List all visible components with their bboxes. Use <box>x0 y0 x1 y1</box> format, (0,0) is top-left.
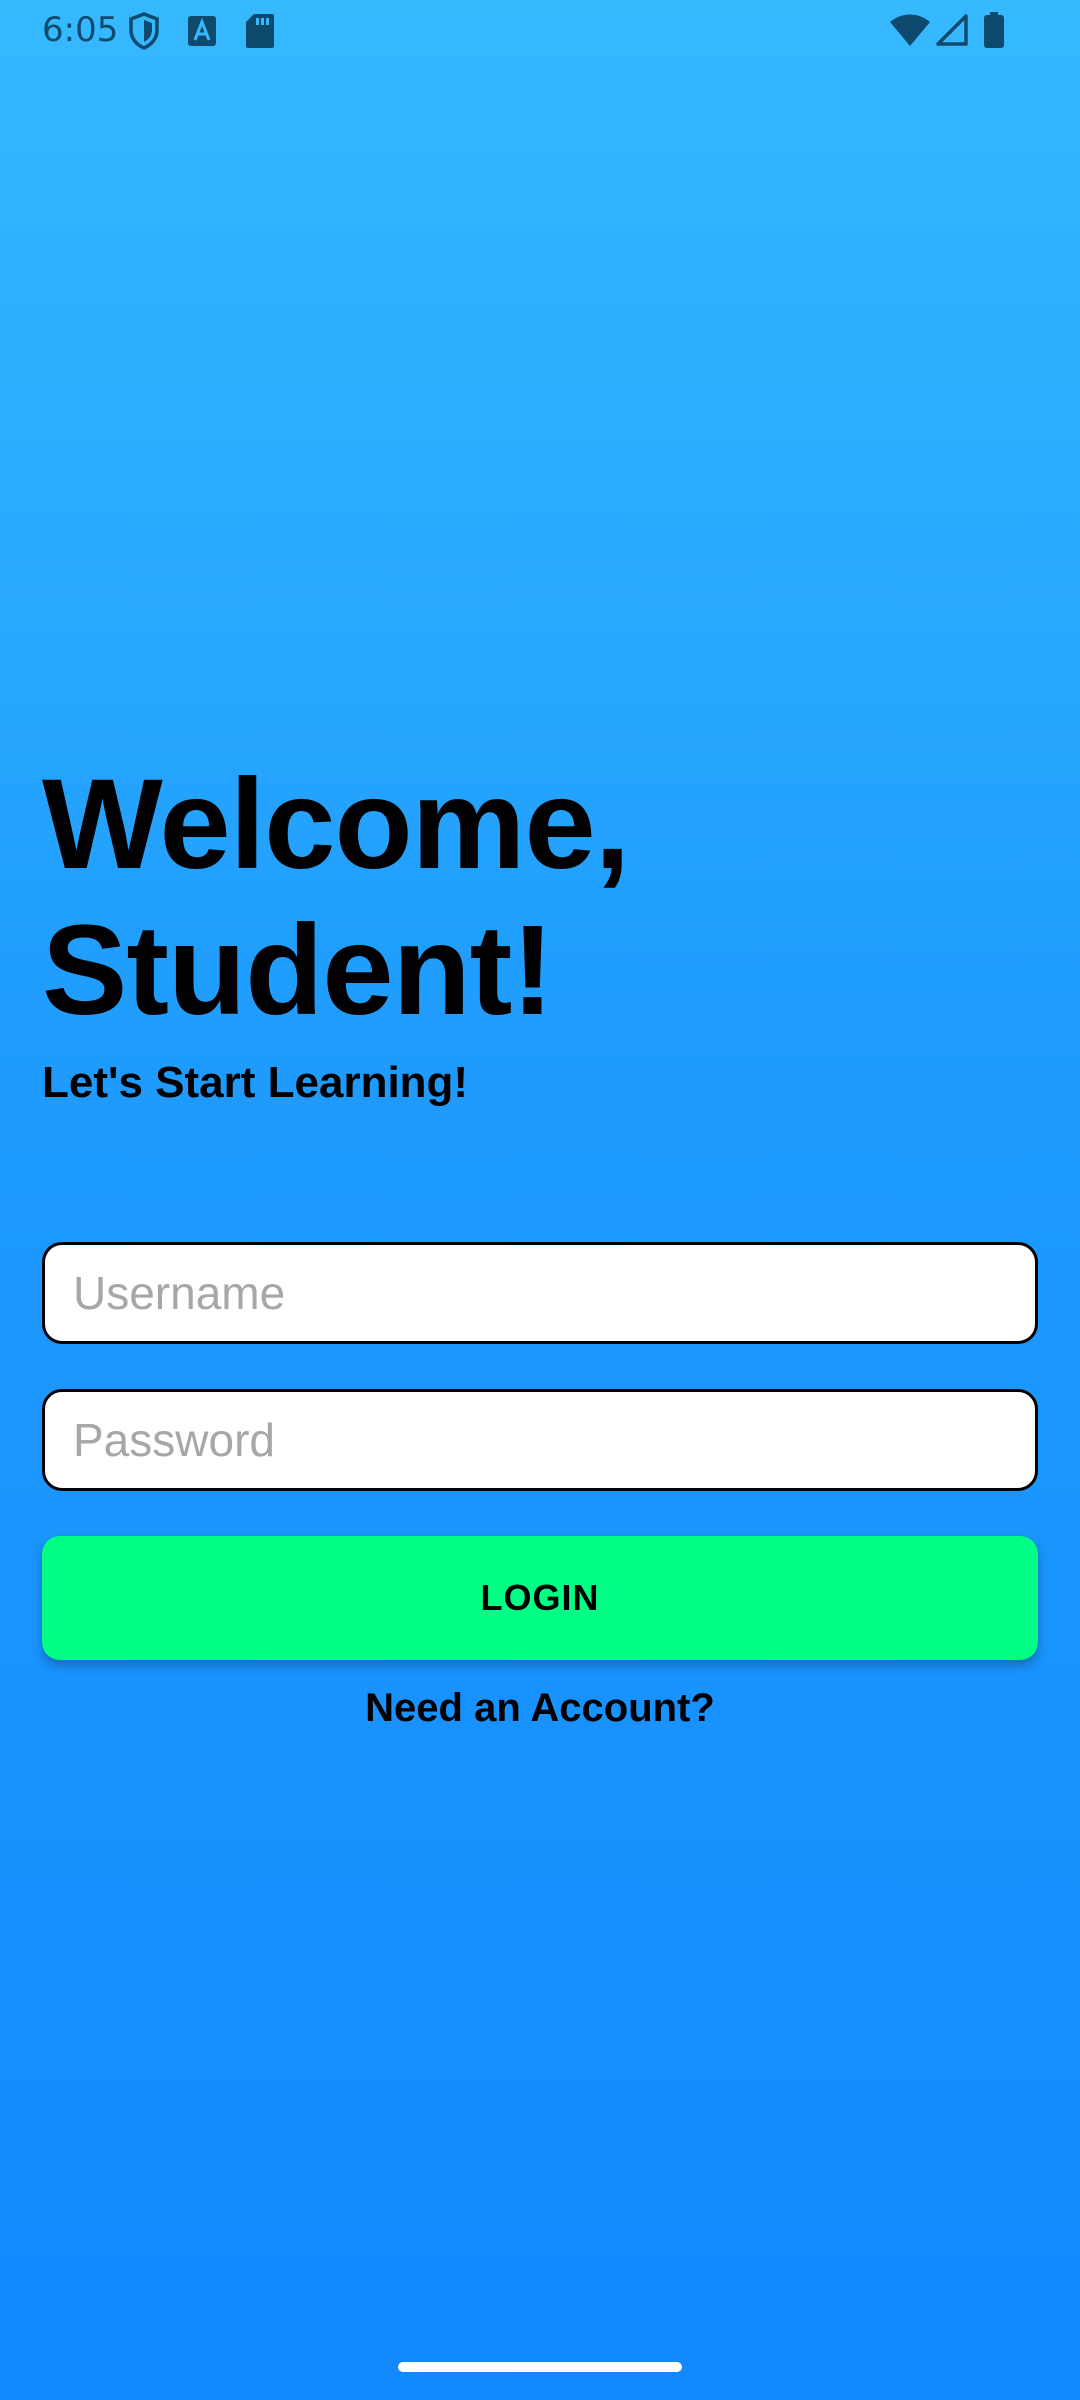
status-bar: 6:05 <box>0 0 1080 64</box>
wifi-icon <box>890 14 930 46</box>
shield-icon <box>129 12 159 50</box>
battery-icon <box>984 12 1004 48</box>
sd-card-icon <box>246 14 274 48</box>
welcome-subtitle: Let's Start Learning! <box>42 1058 469 1107</box>
login-button[interactable]: LOGIN <box>42 1536 1038 1660</box>
welcome-title: Welcome, Student! <box>42 752 630 1044</box>
font-icon <box>188 16 216 46</box>
need-account-link[interactable]: Need an Account? <box>0 1686 1080 1731</box>
welcome-title-line-1: Welcome, <box>42 753 630 896</box>
signal-icon <box>936 14 968 46</box>
status-time: 6:05 <box>42 10 119 50</box>
username-input[interactable] <box>42 1242 1038 1344</box>
home-indicator[interactable] <box>398 2362 682 2372</box>
welcome-title-line-2: Student! <box>42 899 554 1042</box>
password-input[interactable] <box>42 1389 1038 1491</box>
